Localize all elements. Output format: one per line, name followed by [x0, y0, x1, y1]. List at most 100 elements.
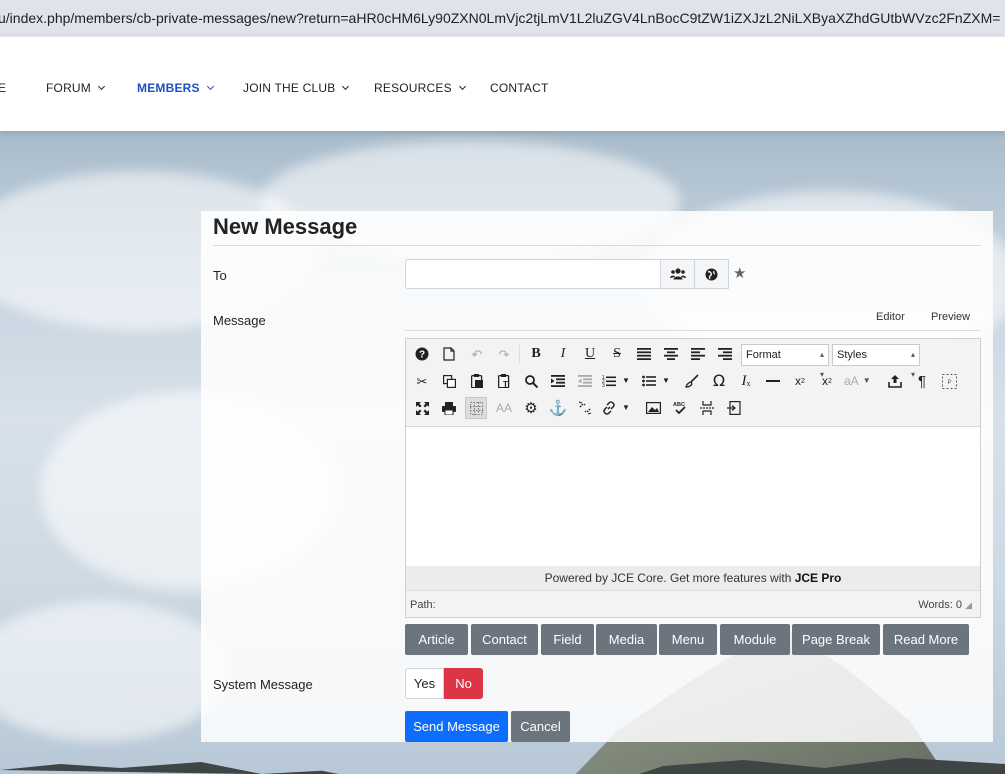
spellcheck-icon[interactable]: ABC [669, 397, 691, 419]
svg-text:P: P [947, 380, 951, 386]
read-more-icon[interactable] [723, 397, 745, 419]
editor-content-area[interactable] [406, 426, 980, 566]
resize-handle-icon[interactable]: ◢ [965, 600, 972, 610]
help-icon[interactable]: ? [411, 343, 433, 365]
svg-text:ABC: ABC [673, 402, 685, 408]
font-size-icon[interactable]: aA ▼ [844, 370, 876, 392]
chevron-down-icon [458, 82, 466, 91]
upload-icon[interactable] [884, 370, 906, 392]
link-icon[interactable]: ▼ [602, 397, 632, 419]
chevron-down-icon [97, 82, 106, 91]
editor-statusbar: Path: Words: 0 ◢ [406, 590, 980, 617]
underline-icon[interactable]: U [579, 343, 601, 365]
new-document-icon[interactable] [438, 343, 460, 365]
superscript-icon[interactable]: x2 [816, 370, 838, 392]
strikethrough-icon[interactable]: S [606, 343, 628, 365]
chevron-down-icon [342, 82, 350, 91]
star-icon[interactable]: ★ [733, 264, 746, 282]
module-button[interactable]: Module [720, 624, 790, 655]
globe-button[interactable] [694, 259, 729, 289]
font-style-icon[interactable]: AA [493, 397, 515, 419]
connections-button[interactable] [660, 259, 695, 289]
powered-by-notice: Powered by JCE Core. Get more features w… [406, 566, 980, 590]
send-message-button[interactable]: Send Message [405, 711, 508, 742]
paste-icon[interactable] [466, 370, 488, 392]
menu-button[interactable]: Menu [659, 624, 717, 655]
nav-item-forum[interactable]: FORUM [46, 81, 106, 95]
fullscreen-icon[interactable] [411, 397, 433, 419]
nav-item-members[interactable]: MEMBERS [137, 81, 214, 95]
svg-text:3: 3 [602, 383, 605, 387]
svg-text:T: T [503, 380, 508, 388]
jce-pro-link[interactable]: JCE Pro [795, 571, 842, 585]
image-icon[interactable] [642, 397, 664, 419]
clean-up-icon[interactable] [681, 370, 703, 392]
to-input[interactable] [405, 259, 661, 289]
paragraph-icon[interactable]: ¶ [911, 370, 933, 392]
editor-tab[interactable]: Editor [876, 311, 905, 323]
toolbar-row: ✂ T 123 ▼ ▼ Ω I x x 2 x 2 aA ▼ ¶ P [406, 368, 980, 394]
to-label: To [213, 268, 227, 283]
redo-icon[interactable]: ↷ [493, 343, 515, 365]
indent-icon[interactable] [547, 370, 569, 392]
nav-item-home[interactable]: E [0, 81, 6, 95]
align-center-icon[interactable] [660, 343, 682, 365]
cancel-button[interactable]: Cancel [511, 711, 570, 742]
preview-tab[interactable]: Preview [931, 311, 970, 323]
address-bar[interactable]: u/index.php/members/cb-private-messages/… [0, 0, 1005, 36]
field-button[interactable]: Field [541, 624, 594, 655]
show-blocks-icon[interactable]: P [938, 370, 960, 392]
italic-icon[interactable]: I [552, 343, 574, 365]
article-button[interactable]: Article [405, 624, 468, 655]
align-left-icon[interactable] [687, 343, 709, 365]
message-label: Message [213, 313, 266, 328]
toolbar-row: AA ⚙ ⚓ ▼ ABC [406, 395, 980, 421]
chevron-down-icon [206, 82, 214, 91]
horizontal-rule-icon[interactable] [762, 370, 784, 392]
bullet-list-icon[interactable]: ▼ [642, 370, 672, 392]
url-text: u/index.php/members/cb-private-messages/… [0, 10, 1001, 26]
media-button[interactable]: Media [596, 624, 657, 655]
subscript-icon[interactable]: x2 [789, 370, 811, 392]
word-count: Words: 0 ◢ [918, 599, 972, 611]
system-message-yes[interactable]: Yes [405, 668, 444, 699]
bold-icon[interactable]: B [525, 343, 547, 365]
unlink-icon[interactable] [574, 397, 596, 419]
special-character-icon[interactable]: Ω [708, 370, 730, 392]
contact-button[interactable]: Contact [471, 624, 538, 655]
numbered-list-icon[interactable]: 123 ▼ [602, 370, 632, 392]
remove-format-icon[interactable]: Ix [735, 370, 757, 392]
styles-select[interactable]: Styles ▴ ▾ [832, 344, 920, 379]
path-label: Path: [410, 599, 436, 611]
divider [213, 245, 981, 246]
outdent-icon[interactable] [574, 370, 596, 392]
page-break-button[interactable]: Page Break [792, 624, 880, 655]
format-select[interactable]: Format ▴ ▾ [741, 344, 829, 379]
anchor-icon[interactable]: ⚓ [547, 397, 569, 419]
svg-text:?: ? [419, 350, 425, 361]
print-icon[interactable] [438, 397, 460, 419]
nav-item-join-the-club[interactable]: JOIN THE CLUB [243, 81, 350, 95]
table-icon[interactable] [465, 397, 487, 419]
toolbar-row: ? ↶ ↷ B I U S Format ▴ ▾ Styles ▴ ▾ [406, 341, 980, 379]
users-icon [669, 268, 686, 280]
rich-text-editor: ? ↶ ↷ B I U S Format ▴ ▾ Styles ▴ ▾ ✂ T … [405, 338, 981, 618]
search-icon[interactable] [520, 370, 542, 392]
align-right-icon[interactable] [714, 343, 736, 365]
nav-item-contact[interactable]: CONTACT [490, 81, 549, 95]
system-message-no[interactable]: No [444, 668, 483, 699]
copy-icon[interactable] [438, 370, 460, 392]
page-break-icon[interactable] [696, 397, 718, 419]
align-justify-icon[interactable] [633, 343, 655, 365]
page-title: New Message [213, 214, 358, 239]
divider [405, 330, 980, 331]
undo-icon[interactable]: ↶ [466, 343, 488, 365]
new-message-form: New Message To ★ Message Editor Preview … [201, 211, 993, 742]
read-more-button[interactable]: Read More [883, 624, 969, 655]
main-nav: E FORUM MEMBERS JOIN THE CLUB RESOURCES … [0, 36, 1005, 131]
settings-icon[interactable]: ⚙ [520, 397, 542, 419]
paste-text-icon[interactable]: T [493, 370, 515, 392]
nav-item-resources[interactable]: RESOURCES [374, 81, 466, 95]
cut-icon[interactable]: ✂ [411, 370, 433, 392]
system-message-label: System Message [213, 677, 313, 692]
